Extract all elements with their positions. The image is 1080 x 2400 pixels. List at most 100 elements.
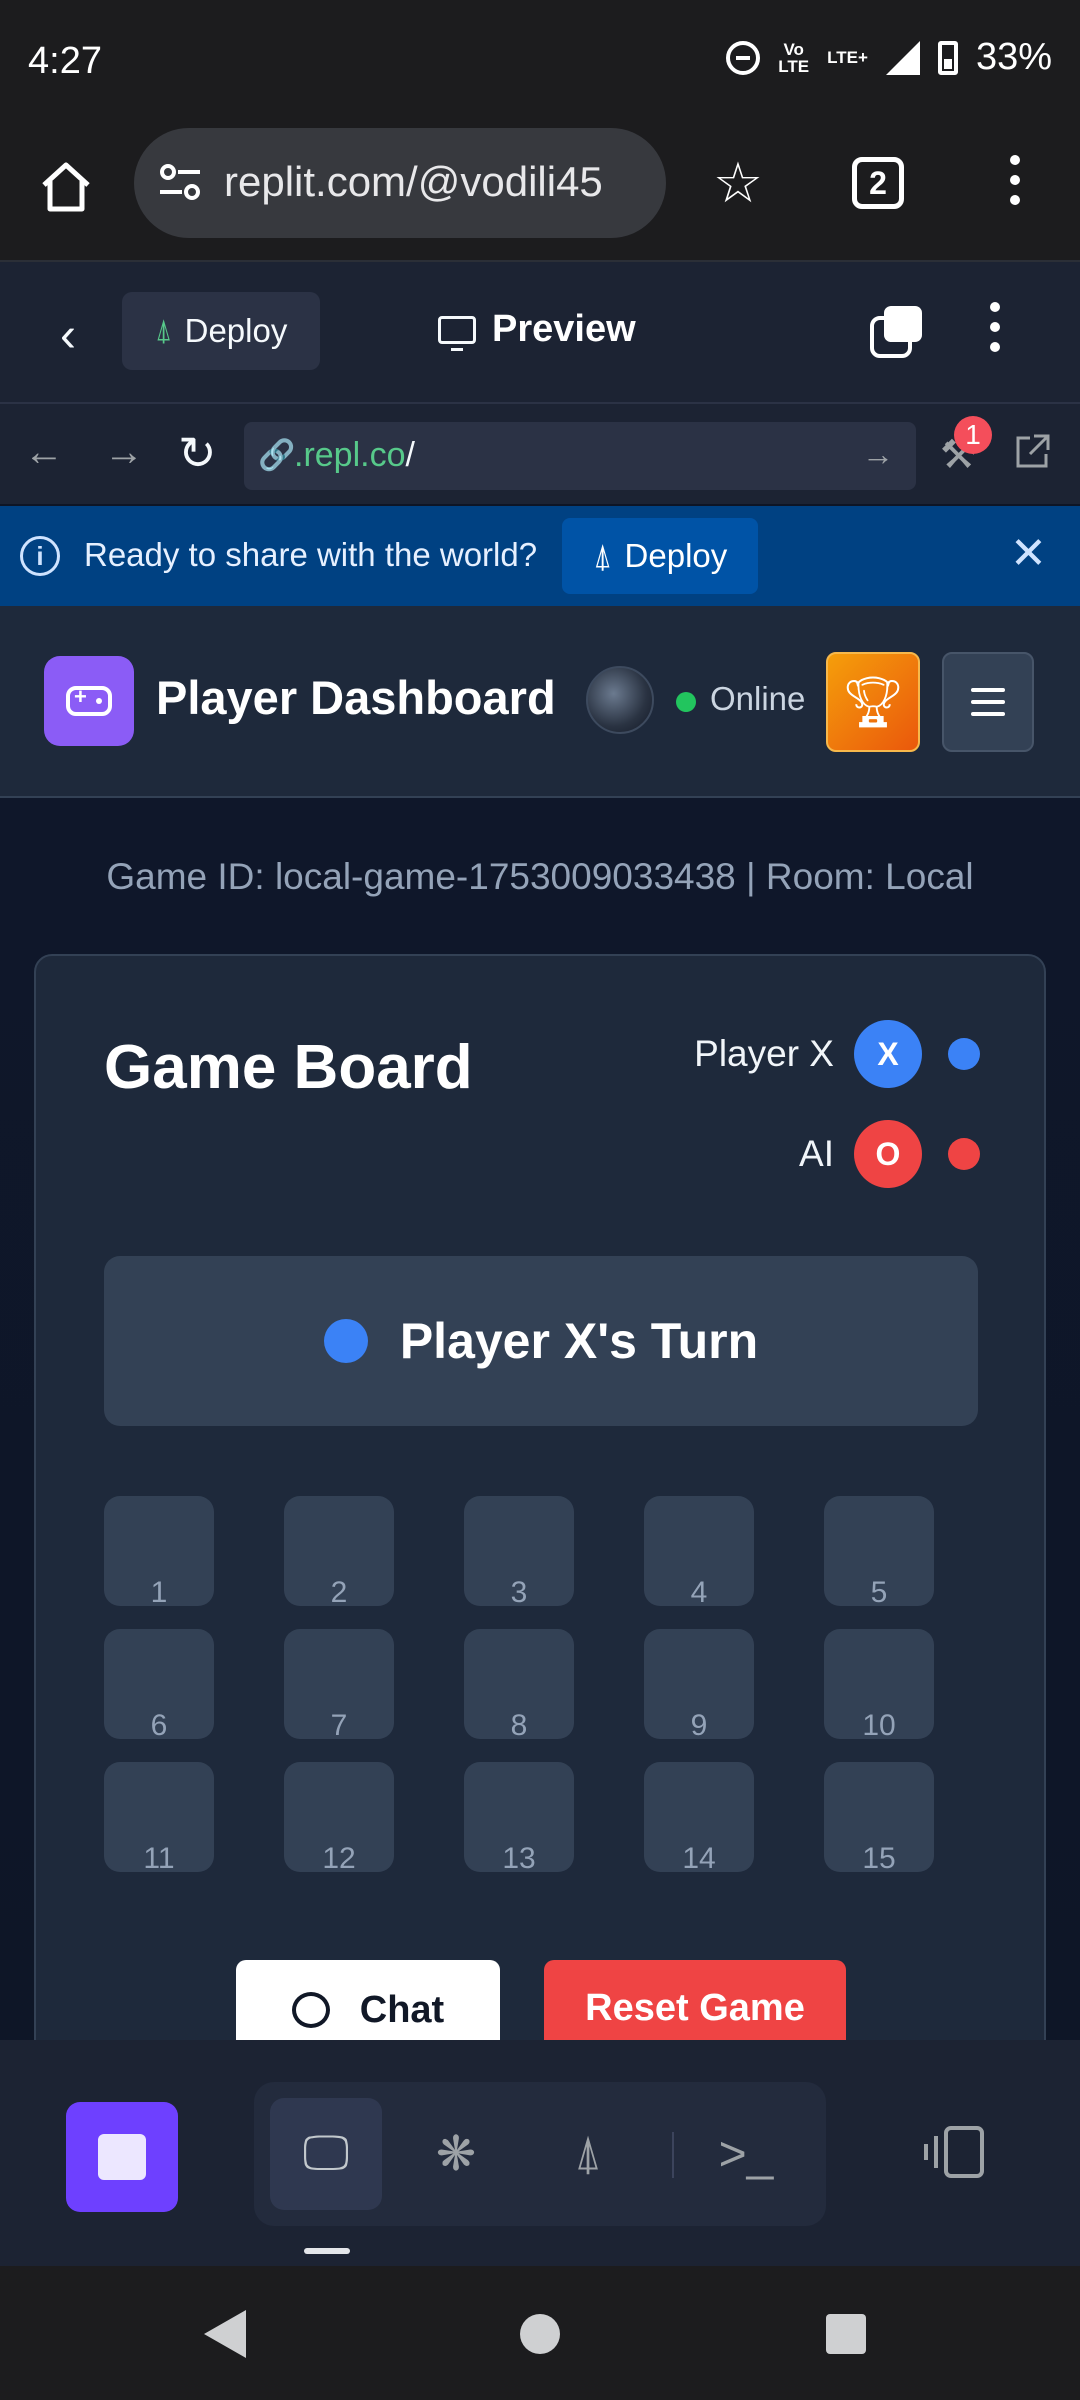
cell-number: 14 [682,1842,716,1875]
board-cell[interactable]: 3 [464,1496,574,1609]
bookmark-star-icon[interactable]: ☆ [708,153,768,213]
online-status-dot [676,692,696,712]
hamburger-menu-button[interactable] [942,652,1034,752]
board-cell[interactable]: 7 [284,1629,394,1742]
deploy-icon: ⍋ [154,314,173,347]
board-cell[interactable]: 9 [644,1629,754,1742]
board-title: Game Board [104,1033,473,1102]
monitor-icon[interactable]: 🖵︎ [270,2098,382,2210]
side-panel-icon[interactable] [924,2126,986,2178]
online-status-label: Online [710,680,806,717]
player-ai-token: O [854,1120,922,1188]
tab-switcher-button[interactable]: 2 [852,157,904,209]
status-time: 4:27 [28,40,102,82]
game-board-card: Game Board Player X X AI O Player X's Tu… [34,954,1046,2040]
stop-button[interactable] [66,2102,178,2212]
player-x-color-dot [948,1038,980,1070]
home-icon[interactable] [36,157,96,217]
gamepad-icon [66,684,112,716]
board-cell[interactable]: 14 [644,1762,754,1875]
banner-deploy-label: Deploy [624,537,728,574]
player-x-name: Player X [694,1033,834,1074]
deploy-label: Deploy [184,312,288,349]
board-cell[interactable]: 10 [824,1629,934,1742]
address-bar[interactable]: replit.com/@vodili45 [134,128,666,238]
player-x-row: Player X X [694,1020,980,1088]
share-banner: i Ready to share with the world? ⍋ Deplo… [0,506,1080,606]
battery-percent: 33% [975,36,1052,78]
board-cell[interactable]: 1 [104,1496,214,1609]
board-cell[interactable]: 11 [104,1762,214,1875]
webview-back-icon[interactable]: ← [24,430,64,475]
nav-recents-icon[interactable] [826,2314,866,2354]
nav-back-icon[interactable] [204,2310,246,2358]
preview-tab-title[interactable]: Preview [438,308,636,351]
stop-icon [98,2134,146,2180]
lte-plus-icon: LTE+ [827,48,868,67]
devtools-badge: 1 [954,416,992,454]
reload-icon[interactable]: ↻ [178,426,217,480]
cell-number: 6 [150,1709,168,1742]
deploy-button[interactable]: ⍋ Deploy [122,292,320,370]
board-cell[interactable]: 4 [644,1496,754,1609]
main-content: Game ID: local-game-1753009033438 | Room… [0,798,1080,2040]
board-cell[interactable]: 6 [104,1629,214,1742]
open-new-tab-icon[interactable] [1012,432,1052,472]
turn-color-dot [323,1319,368,1363]
link-icon: 🔗 [258,439,296,472]
deploy-icon[interactable]: ⍋ [532,2098,644,2210]
board-cell[interactable]: 8 [464,1629,574,1742]
banner-deploy-button[interactable]: ⍋ Deploy [562,518,758,594]
deploy-icon: ⍋ [592,536,613,574]
replit-header: ‹ ⍋ Deploy Preview [0,262,1080,404]
board-cell[interactable]: 5 [824,1496,934,1609]
page-title: Player Dashboard [156,671,556,724]
info-icon: i [20,536,60,576]
go-arrow-icon[interactable]: → [862,436,894,473]
chat-button[interactable]: Chat [236,1960,500,2040]
cell-number: 10 [862,1709,896,1742]
cell-number: 5 [870,1576,888,1609]
reset-game-button[interactable]: Reset Game [544,1960,846,2040]
player-ai-name: AI [799,1133,834,1174]
nav-home-icon[interactable] [520,2314,560,2354]
drag-handle[interactable] [304,2248,350,2254]
back-chevron-icon[interactable]: ‹ [60,308,76,363]
cell-number: 2 [330,1576,348,1609]
player-x-token: X [854,1020,922,1088]
shell-icon[interactable]: >_ [690,2098,802,2210]
board-cell[interactable]: 13 [464,1762,574,1875]
turn-text: Player X's Turn [399,1313,759,1369]
android-nav-bar [0,2266,1080,2400]
app-logo [44,656,134,746]
board-cell[interactable]: 15 [824,1762,934,1875]
cell-number: 15 [862,1842,896,1875]
extensions-icon[interactable]: ❋ [400,2098,512,2210]
volte-icon: Vo LTE [778,39,810,76]
share-banner-text: Ready to share with the world? [84,536,538,573]
webview-url-path: / [405,436,415,474]
browser-menu-icon[interactable] [1000,155,1030,215]
site-settings-icon[interactable] [158,162,202,202]
battery-icon [937,40,958,75]
status-icons: Vo LTE LTE+ 33% [726,36,1052,79]
cell-number: 13 [502,1842,536,1875]
trophy-icon: 🏆︎ [841,673,905,730]
board-cell[interactable]: 2 [284,1496,394,1609]
board-cell[interactable]: 12 [284,1762,394,1875]
windows-icon[interactable] [868,304,924,360]
replit-dock: 🖵︎ ❋ ⍋ >_ [0,2040,1080,2266]
chat-label: Chat [359,1988,445,2031]
replit-menu-icon[interactable] [980,302,1010,362]
webview-url-field[interactable]: 🔗 .repl.co/ → [244,422,916,490]
cell-number: 3 [510,1576,528,1609]
address-text: replit.com/@vodili45 [224,158,603,205]
leaderboard-button[interactable]: 🏆︎ [826,652,920,752]
preview-label: Preview [492,308,636,350]
game-id-line: Game ID: local-game-1753009033438 | Room… [106,856,974,897]
player-ai-row: AI O [799,1120,980,1188]
webview-forward-icon[interactable]: → [104,430,144,475]
close-icon[interactable]: ✕ [1010,528,1047,579]
avatar[interactable] [586,666,654,734]
signal-icon [885,40,920,75]
